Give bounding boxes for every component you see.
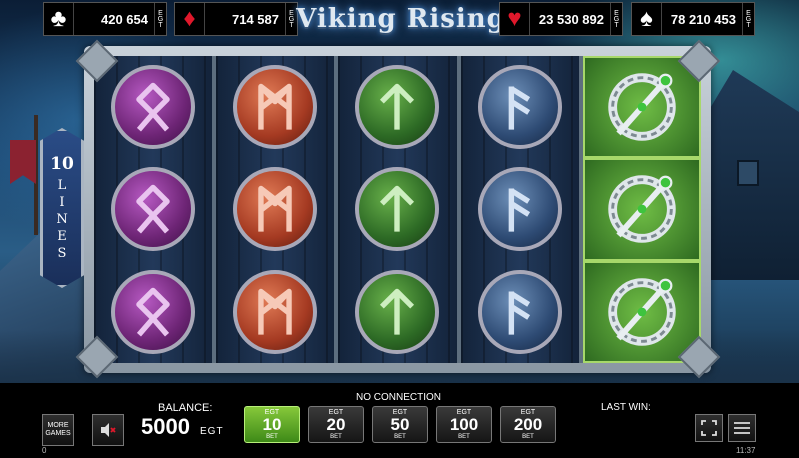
speaker-muted-icon	[101, 423, 116, 437]
credit-counter: 0	[42, 446, 47, 455]
paylines-label: LINES	[54, 177, 70, 263]
jackpot-currency: EGT	[154, 3, 166, 35]
othala-rune-icon	[111, 167, 196, 252]
jackpot-clubs-value: 420 654	[101, 11, 148, 27]
bet-label: BET	[394, 434, 406, 440]
game-screen: ♣ 420 654 EGT ♦ 714 587 EGT Viking Risin…	[0, 0, 799, 458]
bet-label: BET	[522, 434, 534, 440]
hearts-icon: ♥	[500, 3, 530, 35]
reel-5-row-1	[582, 56, 701, 159]
more-games-button[interactable]: MORE GAMES	[42, 414, 74, 446]
fullscreen-button[interactable]	[695, 414, 723, 442]
last-win-label: LAST WIN:	[601, 402, 651, 413]
jackpot-spades: ♠ 78 210 453 EGT	[631, 2, 755, 36]
mannaz-rune-icon	[233, 269, 318, 354]
jackpot-clubs: ♣ 420 654 EGT	[43, 2, 167, 36]
jackpot-currency: EGT	[610, 3, 622, 35]
spades-icon: ♠	[632, 3, 662, 35]
reel-4	[460, 56, 579, 363]
othala-rune-icon	[111, 269, 196, 354]
sound-toggle-button[interactable]	[92, 414, 124, 446]
reel-3	[338, 56, 457, 363]
reel-4-row-3	[461, 261, 579, 363]
paylines-badge[interactable]: 10 LINES	[40, 128, 84, 288]
jackpot-spades-value: 78 210 453	[670, 11, 736, 27]
bet-label: BET	[330, 434, 342, 440]
reel-1	[94, 56, 213, 363]
jackpot-diamonds: ♦ 714 587 EGT	[174, 2, 298, 36]
mannaz-rune-icon	[233, 65, 318, 150]
reel-3-row-3	[338, 261, 456, 363]
othala-rune-icon	[111, 65, 196, 150]
tiwaz-rune-icon	[355, 167, 440, 252]
reel-4-row-1	[461, 56, 579, 158]
celtic-brooch-icon	[608, 73, 676, 141]
bet-amount: 50	[390, 415, 410, 434]
reel-1-row-2	[94, 158, 212, 260]
reel-1-row-1	[94, 56, 212, 158]
diamonds-icon: ♦	[175, 3, 205, 35]
celtic-brooch-icon	[608, 278, 676, 346]
reel-5-row-3	[582, 260, 701, 363]
background-longhouse-window	[737, 160, 759, 186]
background-banner-flag	[10, 140, 36, 184]
clubs-icon: ♣	[44, 3, 74, 35]
jackpot-hearts: ♥ 23 530 892 EGT	[499, 2, 623, 36]
reel-2	[216, 56, 335, 363]
balance-currency: EGT	[200, 426, 224, 437]
ansuz-rune-icon	[477, 65, 562, 150]
jackpot-diamonds-value: 714 587	[232, 11, 279, 27]
reel-5	[582, 56, 701, 363]
hamburger-menu-icon	[734, 422, 750, 434]
bet-amount: 100	[449, 415, 479, 434]
tiwaz-rune-icon	[355, 65, 440, 150]
connection-status: NO CONNECTION	[356, 392, 441, 403]
bet-button-20[interactable]: EGT 20 BET	[308, 406, 364, 443]
bet-button-10[interactable]: EGT 10 BET	[244, 406, 300, 443]
bet-amount: 20	[326, 415, 346, 434]
reel-5-row-2	[582, 158, 701, 261]
bet-label: BET	[458, 434, 470, 440]
balance-value: 5000	[141, 414, 190, 439]
bet-label: BET	[266, 434, 278, 440]
reel-3-row-2	[338, 158, 456, 260]
reel-2-row-1	[216, 56, 334, 158]
fullscreen-icon	[701, 420, 717, 436]
mannaz-rune-icon	[233, 167, 318, 252]
bet-amount: 200	[513, 415, 543, 434]
bet-amount: 10	[262, 415, 282, 434]
reel-2-row-2	[216, 158, 334, 260]
bet-button-100[interactable]: EGT 100 BET	[436, 406, 492, 443]
menu-button[interactable]	[728, 414, 756, 442]
reels-frame	[84, 46, 711, 373]
paylines-count: 10	[50, 153, 74, 174]
tiwaz-rune-icon	[355, 269, 440, 354]
jackpot-currency: EGT	[742, 3, 754, 35]
clock: 11:37	[736, 446, 756, 455]
reel-2-row-3	[216, 261, 334, 363]
reels-grid[interactable]	[94, 56, 701, 363]
ansuz-rune-icon	[477, 269, 562, 354]
game-logo: Viking Rising	[296, 4, 506, 34]
reel-3-row-1	[338, 56, 456, 158]
balance-label: BALANCE:	[158, 402, 213, 414]
more-games-label: MORE GAMES	[45, 422, 71, 437]
bet-button-50[interactable]: EGT 50 BET	[372, 406, 428, 443]
reel-1-row-3	[94, 261, 212, 363]
jackpot-hearts-value: 23 530 892	[538, 11, 604, 27]
celtic-brooch-icon	[608, 175, 676, 244]
ansuz-rune-icon	[477, 167, 562, 252]
bet-button-200[interactable]: EGT 200 BET	[500, 406, 556, 443]
reel-4-row-2	[461, 158, 579, 260]
